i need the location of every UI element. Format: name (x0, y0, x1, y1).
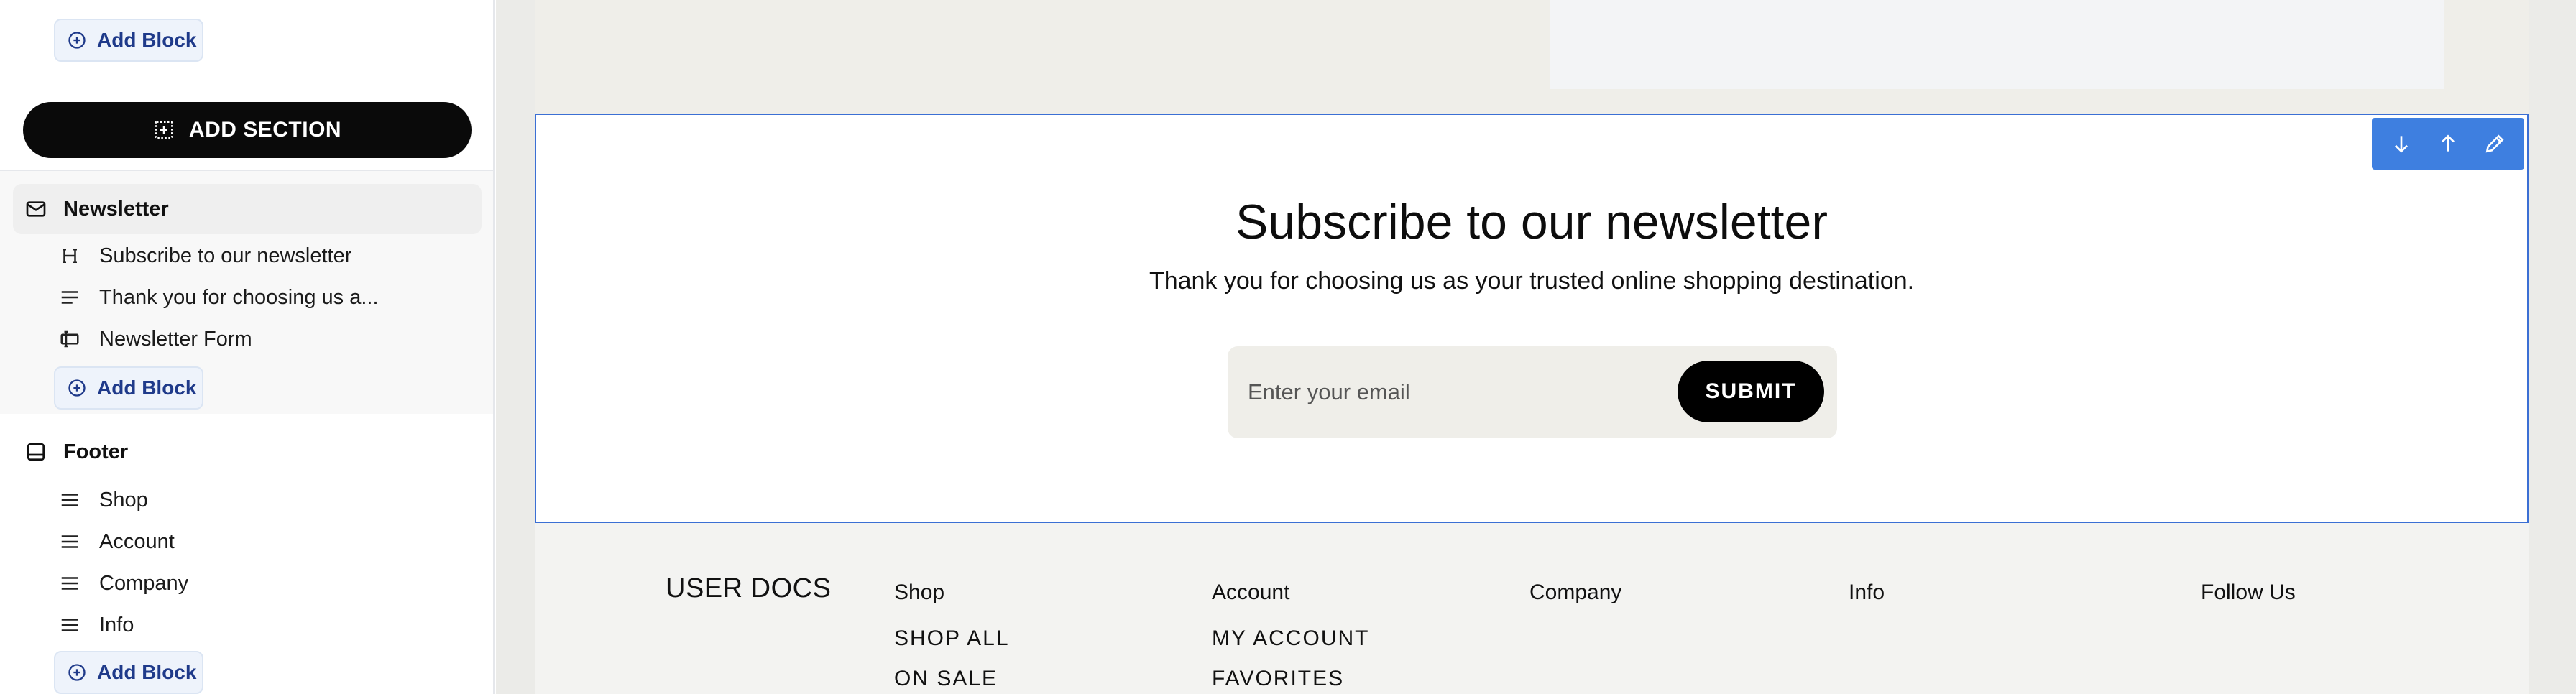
menu-icon (61, 577, 78, 590)
section-title: Footer (63, 440, 129, 463)
add-block-label: Add Block (97, 661, 197, 683)
arrow-down-icon (2394, 136, 2408, 153)
mail-icon (26, 201, 46, 217)
editor-canvas: Subscribe to our newsletter Thank you fo… (496, 0, 2576, 694)
move-down-button[interactable] (2381, 124, 2421, 164)
footer-layout-icon (27, 443, 45, 461)
add-block-button[interactable]: Add Block (54, 19, 203, 62)
plus-circle-icon (68, 32, 86, 49)
site-footer: USER DOCS Shop SHOP ALL ON SALE Account … (535, 523, 2529, 694)
menu-icon (61, 619, 78, 631)
footer-logo[interactable]: USER DOCS (666, 573, 831, 604)
footer-column-heading: Company (1530, 580, 1622, 604)
add-section-icon (155, 121, 173, 139)
add-section-label: ADD SECTION (188, 118, 342, 142)
footer-column-follow-us: Follow Us (2201, 580, 2296, 605)
newsletter-form: SUBMIT (1228, 346, 1837, 438)
block-label: Info (99, 613, 134, 637)
submit-button[interactable]: SUBMIT (1678, 361, 1824, 422)
editor-sidebar: Add Block ADD SECTION Newsletter Subscri… (0, 0, 494, 694)
footer-column-heading: Follow Us (2201, 580, 2296, 604)
pencil-icon (2485, 134, 2504, 153)
footer-column-shop: Shop SHOP ALL ON SALE (894, 580, 1010, 691)
footer-link[interactable]: ON SALE (894, 667, 1010, 691)
block-row-menu-company[interactable]: Company (59, 565, 476, 602)
plus-circle-icon (68, 379, 86, 397)
text-lines-icon (61, 291, 78, 304)
sidebar-section-footer[interactable]: Footer (13, 427, 482, 477)
footer-column-info: Info (1849, 580, 1885, 605)
add-block-label: Add Block (97, 29, 197, 51)
page-preview: Subscribe to our newsletter Thank you fo… (535, 0, 2529, 694)
block-label: Account (99, 529, 175, 553)
email-input[interactable] (1248, 371, 1636, 414)
block-label: Company (99, 571, 189, 595)
section-title: Newsletter (63, 197, 169, 221)
block-label: Thank you for choosing us a... (99, 285, 379, 309)
previous-section-card (1550, 0, 2444, 89)
section-toolbar (2372, 118, 2524, 170)
footer-column-company: Company (1530, 580, 1622, 605)
block-row-form[interactable]: Newsletter Form (59, 320, 476, 358)
previous-section[interactable] (535, 0, 2529, 114)
footer-column-heading: Account (1212, 580, 1290, 604)
newsletter-heading: Subscribe to our newsletter (1236, 195, 1828, 249)
arrow-up-icon (2442, 134, 2455, 152)
block-row-menu-shop[interactable]: Shop (59, 481, 476, 519)
newsletter-text: Thank you for choosing us as your truste… (1149, 267, 1915, 295)
plus-circle-icon (68, 664, 86, 681)
add-block-button[interactable]: Add Block (54, 651, 203, 694)
block-row-menu-account[interactable]: Account (59, 523, 476, 560)
block-row-heading[interactable]: Subscribe to our newsletter (59, 237, 476, 274)
footer-link[interactable]: SHOP ALL (894, 626, 1010, 651)
add-block-button[interactable]: Add Block (54, 366, 203, 410)
menu-icon (61, 494, 78, 506)
block-row-text[interactable]: Thank you for choosing us a... (59, 279, 476, 316)
block-label: Subscribe to our newsletter (99, 244, 352, 267)
footer-link[interactable]: FAVORITES (1212, 667, 1369, 691)
sidebar-section-newsletter[interactable]: Newsletter (13, 184, 482, 234)
add-block-label: Add Block (97, 376, 197, 399)
newsletter-section-selected[interactable]: Subscribe to our newsletter Thank you fo… (535, 114, 2529, 523)
menu-icon (61, 535, 78, 548)
block-label: Shop (99, 488, 148, 512)
add-section-button[interactable]: ADD SECTION (23, 102, 472, 158)
move-up-button[interactable] (2428, 124, 2468, 164)
heading-icon (63, 249, 77, 263)
block-row-menu-info[interactable]: Info (59, 606, 476, 644)
block-label: Newsletter Form (99, 327, 252, 351)
footer-column-heading: Shop (894, 580, 945, 604)
edit-section-button[interactable] (2475, 124, 2515, 164)
footer-link[interactable]: MY ACCOUNT (1212, 626, 1369, 651)
footer-column-heading: Info (1849, 580, 1885, 604)
footer-column-account: Account MY ACCOUNT FAVORITES (1212, 580, 1369, 691)
form-icon (60, 330, 79, 348)
